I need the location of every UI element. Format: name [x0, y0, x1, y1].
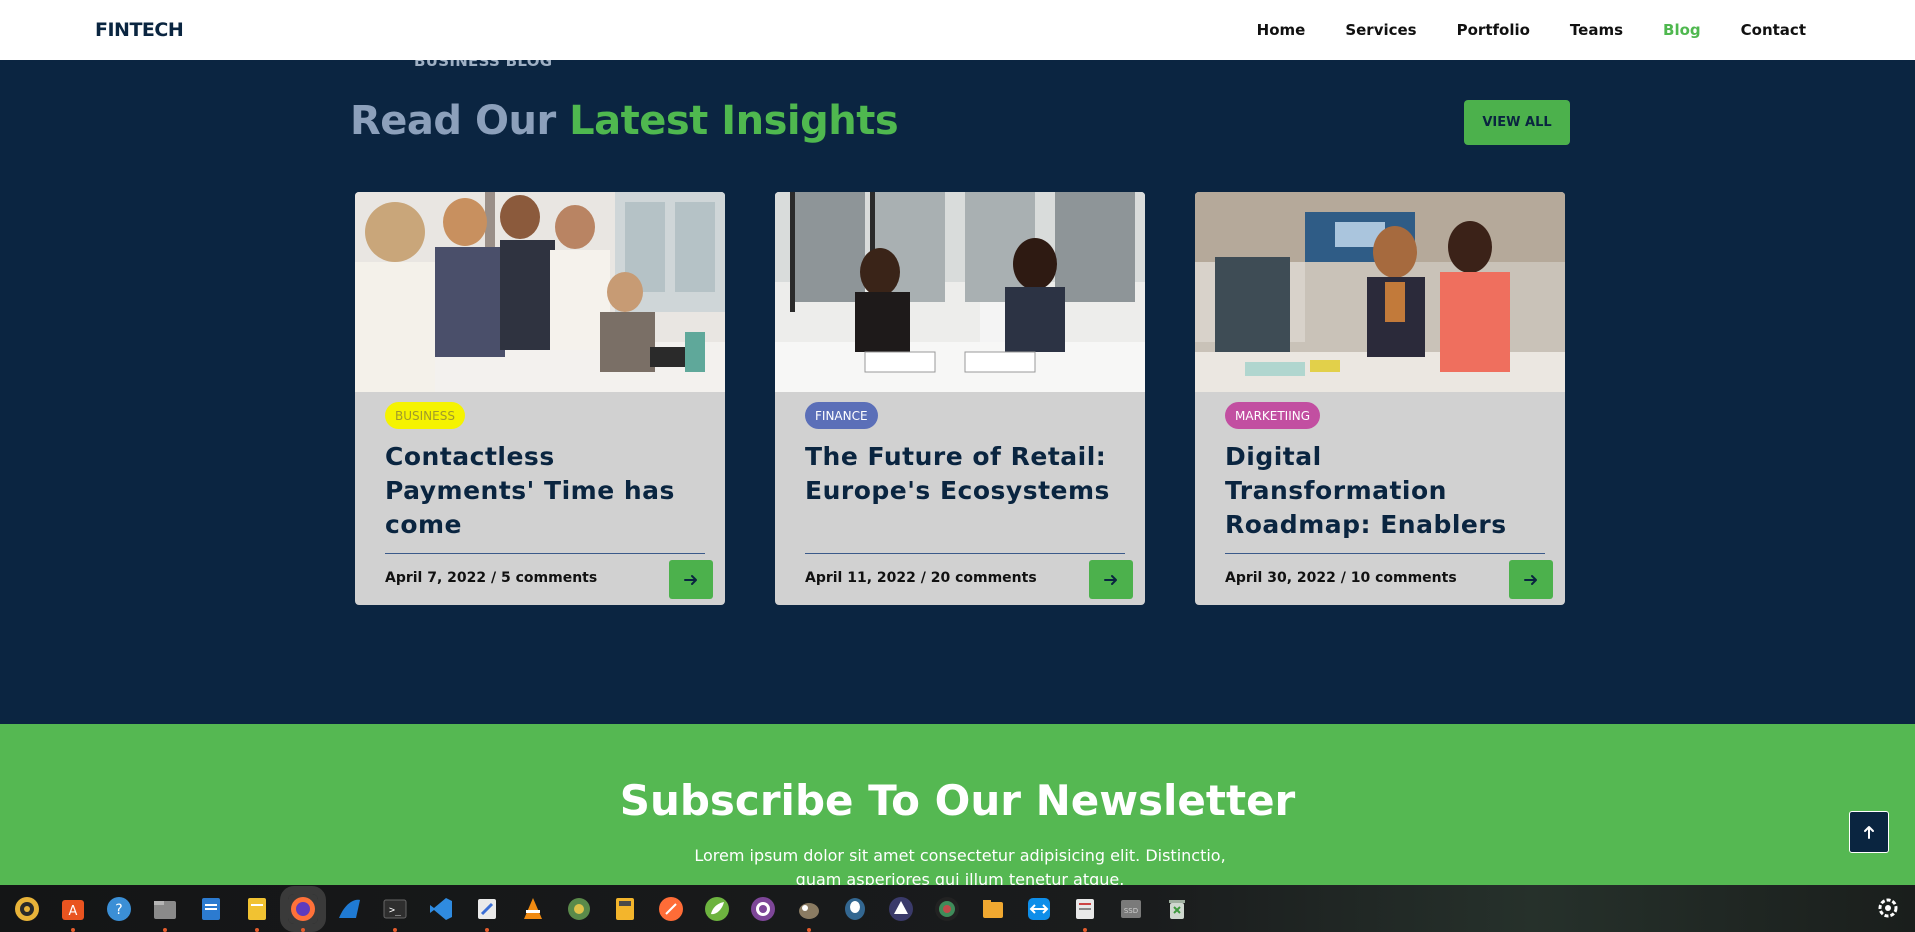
read-more-button[interactable]: [1089, 560, 1133, 599]
text-editor-icon[interactable]: [242, 894, 272, 932]
card-divider: [1225, 553, 1545, 554]
ssd-icon[interactable]: SSD: [1116, 894, 1146, 924]
card-image-office-colleagues[interactable]: [1195, 192, 1565, 392]
card-meta: April 30, 2022 / 10 comments: [1225, 570, 1457, 586]
nav-contact[interactable]: Contact: [1741, 21, 1806, 39]
firefox-icon[interactable]: [280, 885, 326, 932]
darktable-icon[interactable]: [932, 894, 962, 924]
heading-part-2: Latest Insights: [569, 98, 899, 144]
card-meta: April 11, 2022 / 20 comments: [805, 570, 1037, 586]
vlc-icon[interactable]: [518, 894, 548, 924]
folder-icon[interactable]: [978, 894, 1008, 924]
help-icon[interactable]: ?: [104, 894, 134, 924]
card-title[interactable]: Digital Transformation Roadmap: Enablers: [1225, 440, 1545, 542]
nav-teams[interactable]: Teams: [1570, 21, 1623, 39]
files-icon[interactable]: [150, 894, 180, 932]
taskbar: A ? >_ SSD: [0, 885, 1915, 932]
svg-text:SSD: SSD: [1124, 907, 1138, 915]
card-title[interactable]: The Future of Retail: Europe's Ecosystem…: [805, 440, 1125, 508]
blog-card[interactable]: FINANCE The Future of Retail: Europe's E…: [775, 192, 1145, 605]
libreoffice-writer-icon[interactable]: [196, 894, 226, 924]
vscode-icon[interactable]: [426, 894, 456, 924]
arrow-right-icon: [684, 574, 697, 585]
nav-services[interactable]: Services: [1345, 21, 1416, 39]
card-image-team-meeting[interactable]: [355, 192, 725, 392]
category-tag[interactable]: MARKETIING: [1225, 402, 1321, 429]
spring-icon[interactable]: [702, 894, 732, 924]
read-more-button[interactable]: [669, 560, 713, 599]
brand-logo[interactable]: FINTECH: [95, 19, 184, 41]
gimp-icon[interactable]: [794, 894, 824, 932]
svg-text:>_: >_: [389, 905, 402, 916]
arrow-up-icon: [1864, 826, 1874, 839]
newsletter-title: Subscribe To Our Newsletter: [619, 776, 1296, 825]
nav-blog[interactable]: Blog: [1663, 21, 1701, 39]
blog-section: BUSINESS BLOG Read Our Latest Insights V…: [0, 52, 1915, 724]
postgres-icon[interactable]: [840, 894, 870, 924]
read-more-button[interactable]: [1509, 560, 1553, 599]
wireshark-icon[interactable]: [334, 894, 364, 924]
app-store-icon[interactable]: A: [58, 894, 88, 932]
teamviewer-icon[interactable]: [1024, 894, 1054, 924]
blog-cards: BUSINESS Contactless Payments' Time has …: [355, 192, 1565, 605]
trash-icon[interactable]: [1162, 894, 1192, 924]
blog-card[interactable]: MARKETIING Digital Transformation Roadma…: [1195, 192, 1565, 605]
arrow-right-icon: [1104, 574, 1117, 585]
rhythmbox-icon[interactable]: [12, 894, 42, 924]
nav-portfolio[interactable]: Portfolio: [1457, 21, 1530, 39]
system-settings-icon[interactable]: [1873, 893, 1903, 923]
category-tag[interactable]: FINANCE: [805, 402, 878, 429]
view-all-button[interactable]: VIEW ALL: [1464, 100, 1570, 145]
terminal-icon[interactable]: >_: [380, 894, 410, 932]
category-tag[interactable]: BUSINESS: [385, 402, 465, 429]
blog-card[interactable]: BUSINESS Contactless Payments' Time has …: [355, 192, 725, 605]
section-heading: Read Our Latest Insights: [350, 98, 899, 144]
card-title[interactable]: Contactless Payments' Time has come: [385, 440, 705, 542]
back-to-top-button[interactable]: [1849, 811, 1889, 853]
card-meta: April 7, 2022 / 5 comments: [385, 570, 598, 586]
card-image-two-women-meeting[interactable]: [775, 192, 1145, 392]
main-nav: Home Services Portfolio Teams Blog Conta…: [1257, 21, 1806, 39]
globe-icon[interactable]: [564, 894, 594, 924]
postman-icon[interactable]: [656, 894, 686, 924]
arrow-right-icon: [1524, 574, 1537, 585]
reader-icon[interactable]: [1070, 894, 1100, 932]
calculator-icon[interactable]: [610, 894, 640, 924]
tor-icon[interactable]: [748, 894, 778, 924]
heading-part-1: Read Our: [350, 98, 570, 144]
svg-text:?: ?: [115, 902, 122, 918]
card-divider: [385, 553, 705, 554]
nav-home[interactable]: Home: [1257, 21, 1306, 39]
svg-text:A: A: [69, 904, 78, 919]
inkscape-icon[interactable]: [886, 894, 916, 924]
gedit-icon[interactable]: [472, 894, 502, 932]
card-divider: [805, 553, 1125, 554]
navbar: FINTECH Home Services Portfolio Teams Bl…: [0, 0, 1915, 60]
